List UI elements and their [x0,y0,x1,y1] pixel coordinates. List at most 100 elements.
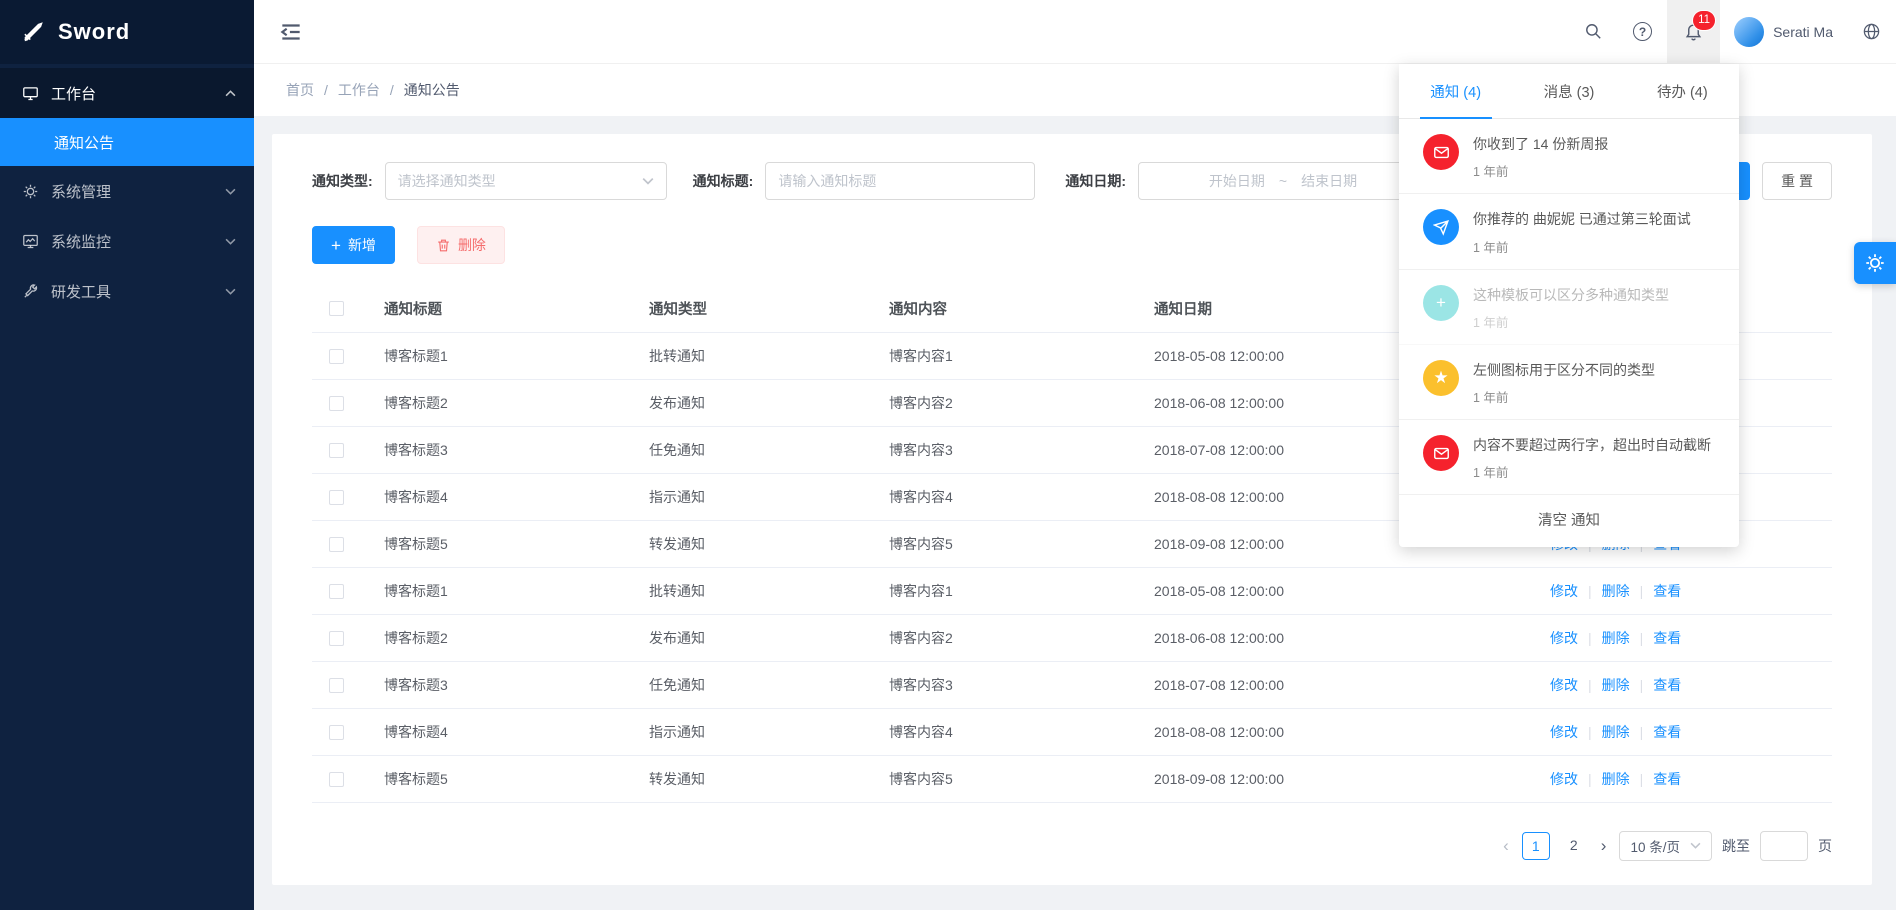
notice-title-input[interactable] [765,162,1035,200]
notice-type-select[interactable]: 请选择通知类型 [385,162,667,200]
next-page-icon[interactable]: › [1598,836,1610,856]
row-checkbox[interactable] [329,678,344,693]
row-checkbox[interactable] [329,396,344,411]
row-action-edit[interactable]: 修改 [1550,724,1578,740]
cell-notice-content: 博客内容4 [865,473,1130,520]
jump-page-input[interactable] [1760,831,1808,861]
sidebar-item-notice[interactable]: 通知公告 [0,118,254,166]
chevron-down-icon [225,238,236,245]
row-action-delete[interactable]: 删除 [1602,583,1630,599]
prev-page-icon[interactable]: ‹ [1500,836,1512,856]
cell-notice-date: 2018-06-08 12:00:00 [1130,614,1460,661]
tab-messages[interactable]: 消息 (3) [1512,64,1625,118]
username: Serati Ma [1773,24,1833,40]
topbar-right: ? 11 Serati Ma [1569,0,1896,63]
desktop-icon [22,85,39,102]
breadcrumb-workbench[interactable]: 工作台 [338,80,380,100]
row-checkbox[interactable] [329,772,344,787]
breadcrumb-home[interactable]: 首页 [286,80,314,100]
cell-notice-title: 博客标题4 [360,708,625,755]
cell-notice-title: 博客标题3 [360,661,625,708]
sidebar: Sword 工作台 通知公告 系统管理 [0,0,254,910]
cell-notice-content: 博客内容2 [865,614,1130,661]
page-1[interactable]: 1 [1522,832,1550,860]
topbar: ? 11 Serati Ma [254,0,1896,64]
notification-bell[interactable]: 11 [1667,0,1720,63]
row-checkbox[interactable] [329,490,344,505]
row-action-edit[interactable]: 修改 [1550,771,1578,787]
chevron-down-icon [1690,842,1701,849]
row-action-edit[interactable]: 修改 [1550,677,1578,693]
row-checkbox[interactable] [329,443,344,458]
pagination: ‹ 1 2 › 10 条/页 跳至 页 [312,831,1832,861]
row-action-edit[interactable]: 修改 [1550,630,1578,646]
row-action-edit[interactable]: 修改 [1550,583,1578,599]
cell-notice-title: 博客标题1 [360,567,625,614]
row-action-delete[interactable]: 删除 [1602,630,1630,646]
sidebar-item-system-monitor[interactable]: 系统监控 [0,216,254,266]
tab-todos[interactable]: 待办 (4) [1626,64,1739,118]
table-row: 博客标题2 发布通知 博客内容2 2018-06-08 12:00:00 修改|… [312,614,1832,661]
notification-tabs: 通知 (4) 消息 (3) 待办 (4) [1399,64,1739,119]
select-all-checkbox[interactable] [329,301,344,316]
notification-item[interactable]: 你推荐的 曲妮妮 已通过第三轮面试 1 年前 [1399,194,1739,269]
reset-button[interactable]: 重 置 [1762,162,1832,200]
row-checkbox[interactable] [329,537,344,552]
page-size-select[interactable]: 10 条/页 [1619,831,1712,861]
settings-button[interactable] [1854,242,1896,284]
notification-item[interactable]: 内容不要超过两行字，超出时自动截断 1 年前 [1399,420,1739,495]
notification-item[interactable]: + 这种模板可以区分多种通知类型 1 年前 [1399,270,1739,345]
sidebar-item-workbench[interactable]: 工作台 [0,68,254,118]
app-logo[interactable]: Sword [0,0,254,64]
notification-item[interactable]: ★ 左侧图标用于区分不同的类型 1 年前 [1399,345,1739,420]
cell-notice-content: 博客内容5 [865,520,1130,567]
table-row: 博客标题3 任免通知 博客内容3 2018-07-08 12:00:00 修改|… [312,661,1832,708]
user-menu[interactable]: Serati Ma [1720,0,1847,63]
row-action-delete[interactable]: 删除 [1602,724,1630,740]
monitor-icon [22,233,39,250]
page-2[interactable]: 2 [1560,832,1588,860]
cell-notice-content: 博客内容1 [865,332,1130,379]
cell-notice-title: 博客标题5 [360,520,625,567]
notice-date-range[interactable]: 开始日期 ~ 结束日期 [1138,162,1428,200]
search-icon[interactable] [1569,0,1618,63]
breadcrumb-current: 通知公告 [404,80,460,100]
add-button[interactable]: + 新增 [312,226,395,264]
chevron-up-icon [225,90,236,97]
row-action-delete[interactable]: 删除 [1602,677,1630,693]
sidebar-item-system-management[interactable]: 系统管理 [0,166,254,216]
help-icon[interactable]: ? [1618,0,1667,63]
chevron-down-icon [225,188,236,195]
row-action-view[interactable]: 查看 [1653,724,1681,740]
collapse-menu-icon[interactable] [278,19,304,45]
row-action-delete[interactable]: 删除 [1602,771,1630,787]
row-checkbox[interactable] [329,349,344,364]
cell-notice-content: 博客内容4 [865,708,1130,755]
notification-panel: 通知 (4) 消息 (3) 待办 (4) 你收到了 14 份新周报 1 年前 你… [1399,64,1739,547]
notification-item[interactable]: 你收到了 14 份新周报 1 年前 [1399,119,1739,194]
row-action-view[interactable]: 查看 [1653,630,1681,646]
row-checkbox[interactable] [329,631,344,646]
cell-notice-date: 2018-07-08 12:00:00 [1130,661,1460,708]
trash-icon [436,238,451,253]
cell-notice-type: 批转通知 [625,567,865,614]
cell-notice-content: 博客内容3 [865,661,1130,708]
cell-notice-content: 博客内容2 [865,379,1130,426]
table-row: 博客标题5 转发通知 博客内容5 2018-09-08 12:00:00 修改|… [312,755,1832,802]
cell-notice-title: 博客标题3 [360,426,625,473]
row-checkbox[interactable] [329,584,344,599]
gear-icon [22,183,39,200]
cell-notice-title: 博客标题5 [360,755,625,802]
row-action-view[interactable]: 查看 [1653,771,1681,787]
row-checkbox[interactable] [329,725,344,740]
tab-notifications[interactable]: 通知 (4) [1399,64,1512,118]
clear-notifications-button[interactable]: 清空 通知 [1399,495,1739,547]
sidebar-item-dev-tools[interactable]: 研发工具 [0,266,254,316]
cell-notice-title: 博客标题1 [360,332,625,379]
row-action-view[interactable]: 查看 [1653,677,1681,693]
avatar [1734,17,1764,47]
row-action-view[interactable]: 查看 [1653,583,1681,599]
globe-icon[interactable] [1847,0,1896,63]
cell-notice-date: 2018-08-08 12:00:00 [1130,708,1460,755]
delete-button[interactable]: 删除 [417,226,505,264]
